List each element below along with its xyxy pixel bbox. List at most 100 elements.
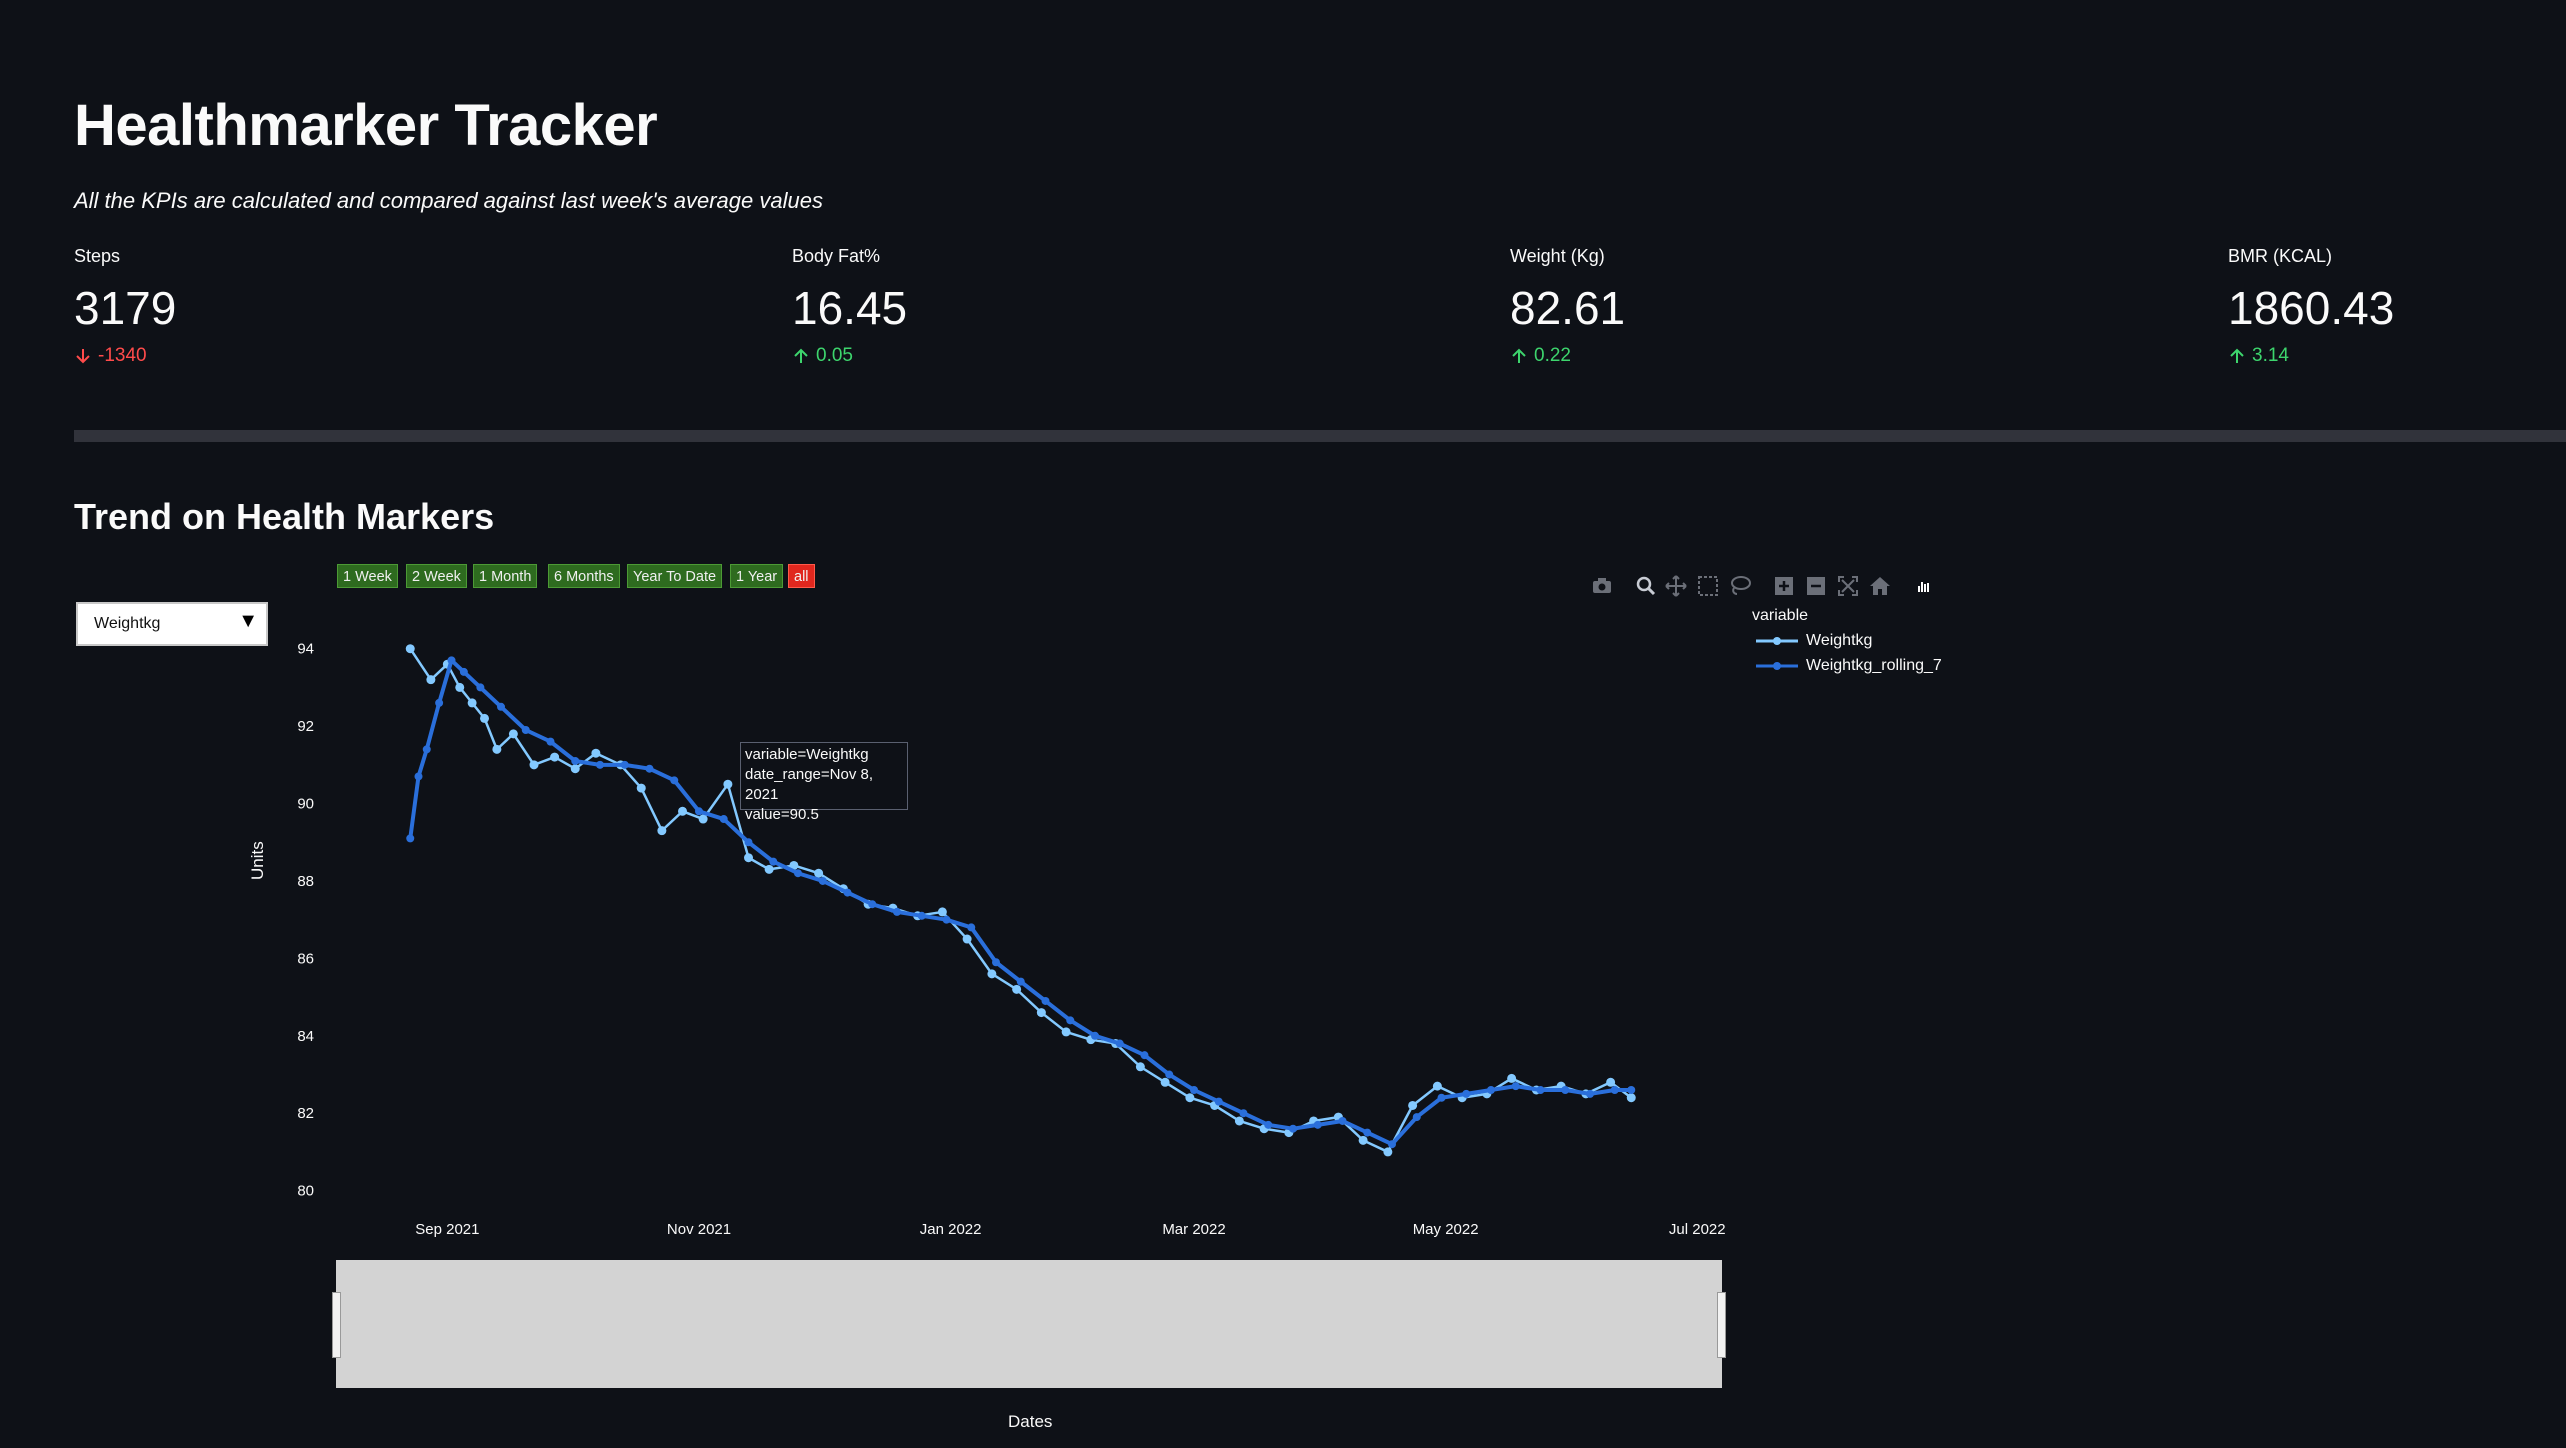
y-tick-label: 92 — [297, 718, 314, 735]
data-point — [1214, 1097, 1223, 1106]
data-point — [1338, 1116, 1347, 1125]
data-point — [987, 969, 997, 979]
data-point — [1012, 984, 1022, 994]
data-point — [620, 760, 629, 769]
hover-tooltip: variable=Weightkg date_range=Nov 8, 2021… — [740, 742, 908, 823]
data-point — [769, 857, 778, 866]
data-point — [678, 806, 687, 816]
data-point — [405, 644, 415, 654]
data-point — [1627, 1086, 1636, 1094]
data-point — [1165, 1070, 1174, 1079]
x-tick-label: Mar 2022 — [1162, 1221, 1225, 1238]
weight-trend-chart[interactable]: 80 82 84 86 88 90 92 94 Sep 2021 Nov 2021 Jan 2022… — [0, 0, 2566, 1448]
data-point — [657, 826, 667, 836]
data-point — [1264, 1120, 1273, 1129]
y-axis-title: Units — [248, 841, 267, 880]
y-tick-label: 84 — [297, 1028, 314, 1045]
data-point — [1239, 1109, 1248, 1118]
x-tick-label: Nov 2021 — [667, 1221, 731, 1238]
data-point — [571, 756, 580, 765]
data-point — [1036, 1008, 1046, 1018]
data-point — [695, 807, 703, 816]
data-point — [1289, 1124, 1297, 1133]
data-point — [570, 764, 580, 774]
x-axis-title: Dates — [1008, 1412, 1053, 1431]
series-line-weightkg — [409, 648, 1633, 1154]
tooltip-value: value=90.5 — [745, 806, 819, 823]
data-point — [508, 729, 518, 739]
data-point — [596, 760, 604, 769]
range-slider-right-handle[interactable] — [1717, 1292, 1726, 1358]
data-point — [814, 868, 824, 878]
data-point — [521, 726, 530, 734]
data-point — [636, 783, 646, 793]
data-point — [1511, 1082, 1520, 1091]
x-tick-label: Jul 2022 — [1669, 1221, 1726, 1238]
y-tick-label: 94 — [297, 641, 314, 658]
y-tick-label: 80 — [297, 1183, 314, 1200]
tooltip-variable: variable=Weightkg — [745, 746, 869, 763]
data-point — [698, 814, 708, 824]
x-tick-label: May 2022 — [1413, 1221, 1479, 1238]
data-point — [1066, 1016, 1075, 1025]
data-point — [497, 702, 505, 711]
data-point — [1115, 1039, 1124, 1048]
data-point — [868, 900, 877, 909]
data-point — [1586, 1089, 1594, 1098]
data-point — [447, 656, 456, 665]
data-point — [1536, 1086, 1545, 1094]
data-point — [744, 838, 753, 847]
data-point — [1412, 1113, 1421, 1122]
data-point — [1606, 1077, 1616, 1087]
data-point — [1507, 1073, 1517, 1083]
data-point — [1185, 1093, 1195, 1103]
data-point — [414, 772, 423, 781]
data-point — [492, 744, 502, 754]
data-point — [794, 869, 802, 878]
data-point — [467, 698, 477, 708]
series-line-weightkg_rolling_7 — [408, 658, 1632, 1147]
data-point — [422, 745, 431, 754]
data-point — [942, 915, 951, 924]
data-point — [843, 888, 852, 897]
data-point — [1561, 1086, 1570, 1094]
y-tick-label: 82 — [297, 1105, 314, 1122]
data-point — [917, 911, 926, 920]
data-point — [1140, 1051, 1149, 1060]
data-point — [459, 667, 468, 676]
data-point — [1091, 1031, 1099, 1040]
data-point — [1041, 996, 1050, 1005]
data-point — [455, 682, 465, 692]
range-slider[interactable] — [332, 1260, 1726, 1388]
y-tick-label: 86 — [297, 950, 314, 967]
data-point — [764, 864, 774, 874]
data-point — [406, 834, 415, 843]
data-point — [1626, 1093, 1636, 1103]
data-point — [529, 760, 539, 770]
data-point — [1016, 977, 1025, 986]
data-point — [719, 815, 728, 824]
data-point — [670, 776, 679, 785]
data-point — [1313, 1120, 1322, 1129]
data-point — [550, 752, 560, 762]
data-point — [1135, 1062, 1145, 1072]
data-point — [435, 698, 444, 707]
data-point — [1432, 1081, 1442, 1091]
data-point — [1388, 1140, 1396, 1149]
data-point — [1363, 1128, 1372, 1137]
data-point — [1160, 1077, 1170, 1087]
data-point — [893, 907, 901, 916]
data-point — [1408, 1100, 1418, 1110]
data-point — [426, 675, 436, 685]
data-point — [1487, 1086, 1495, 1094]
data-point — [546, 737, 555, 746]
data-point — [1190, 1086, 1198, 1094]
data-point — [937, 907, 947, 917]
data-point — [591, 748, 601, 758]
tooltip-date: date_range=Nov 8, 2021 — [745, 766, 874, 803]
data-point — [476, 683, 485, 692]
data-point — [962, 934, 972, 944]
range-slider-left-handle[interactable] — [332, 1292, 341, 1358]
data-point — [1610, 1086, 1619, 1094]
data-point — [1437, 1093, 1446, 1102]
